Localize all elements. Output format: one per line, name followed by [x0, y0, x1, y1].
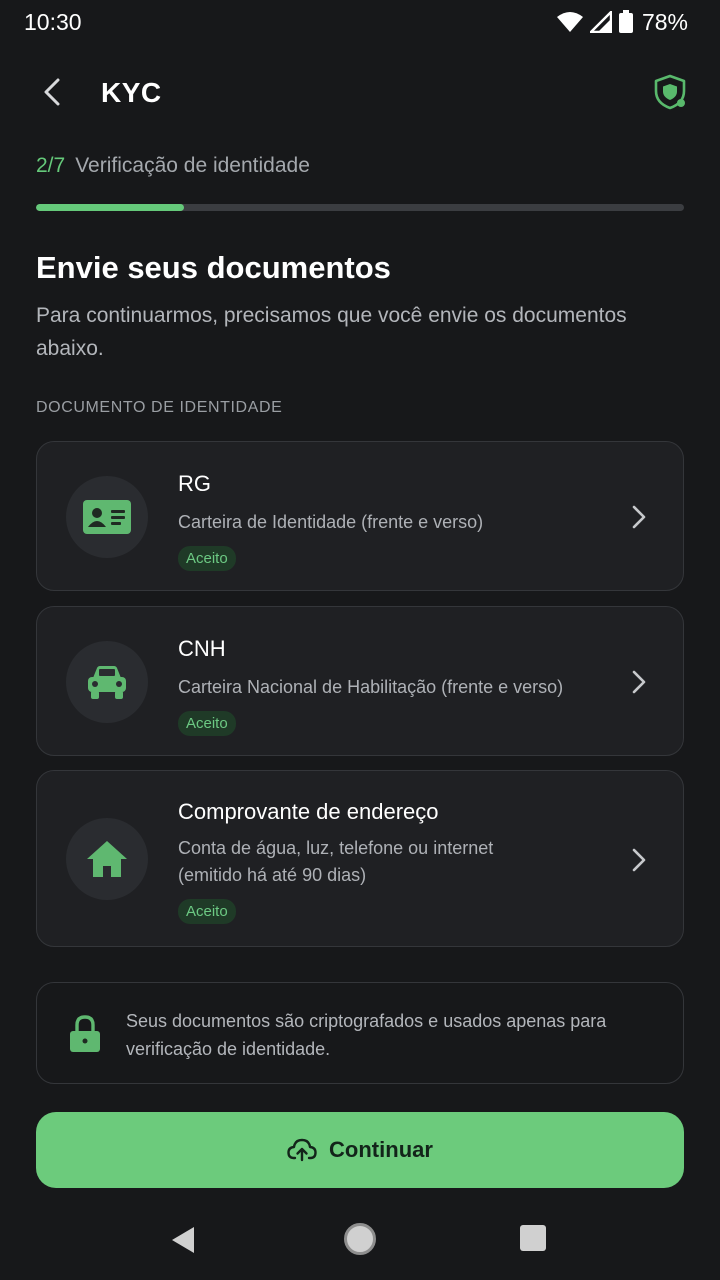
document-title: RG [178, 471, 211, 496]
document-icon-container [66, 818, 148, 900]
chevron-right-icon [629, 669, 649, 695]
document-card-proof-of-address[interactable]: Comprovante de endereço Conta de água, l… [36, 770, 684, 947]
document-title: CNH [178, 636, 226, 661]
document-section-label: DOCUMENTO DE IDENTIDADE [36, 399, 283, 416]
accepted-badge: Aceito [178, 711, 236, 736]
document-text: Comprovante de endereço Conta de água, l… [178, 799, 603, 924]
document-icon-container [66, 641, 148, 723]
section-subtitle: Para continuarmos, precisamos que você e… [36, 304, 627, 360]
document-description: Carteira de Identidade (frente e verso) [178, 512, 484, 532]
chevron-left-icon [44, 78, 60, 106]
home-icon [87, 841, 127, 877]
step-indicator: 2/7 Verificação de identidade [36, 154, 310, 178]
document-card-cnh[interactable]: CNH Carteira Nacional de Habilitação (fr… [36, 606, 684, 756]
document-title: Comprovante de endereço [178, 799, 439, 824]
wifi-icon [556, 12, 583, 32]
continue-button[interactable]: Continuar [36, 1112, 684, 1188]
continue-button-label: Continuar [329, 1137, 433, 1162]
nav-home-button[interactable] [344, 1223, 376, 1255]
lock-icon [70, 1015, 100, 1052]
nav-recents-button[interactable] [520, 1225, 546, 1251]
status-bar: 10:30 78% [0, 0, 720, 44]
cell-signal-icon [589, 11, 612, 33]
accepted-badge: Aceito [178, 899, 236, 924]
status-time: 10:30 [24, 9, 82, 35]
progress-bar [36, 204, 684, 211]
back-button[interactable] [30, 74, 74, 110]
step-label: Verificação de identidade [75, 154, 310, 177]
chevron-right-icon [629, 847, 649, 873]
accepted-badge: Aceito [178, 546, 236, 571]
nav-back-icon[interactable] [170, 1225, 196, 1255]
status-icons: 78% [556, 8, 688, 36]
kyc-screen: 10:30 78% KYC 2/7 Verificação de identid… [0, 0, 720, 1280]
battery-icon [618, 10, 633, 33]
system-navigation-bar [0, 1200, 720, 1280]
app-bar: KYC [0, 60, 720, 124]
document-description: Carteira Nacional de Habilitação (frente… [178, 677, 564, 697]
progress-fill [36, 204, 185, 211]
chevron-right-icon [629, 504, 649, 530]
step-count: 2/7 [36, 154, 66, 177]
security-note: Seus documentos são criptografados e usa… [36, 982, 684, 1084]
section-heading: Envie seus documentos [36, 250, 391, 285]
battery-percent: 78% [641, 8, 688, 35]
security-shield-button[interactable] [648, 70, 692, 114]
document-description: Conta de água, luz, telefone ou internet… [178, 838, 494, 885]
shield-check-icon [654, 74, 686, 110]
car-icon [88, 666, 126, 699]
document-icon-container [66, 476, 148, 558]
security-note-text: Seus documentos são criptografados e usa… [126, 1011, 607, 1059]
document-text: RG Carteira de Identidade (frente e vers… [178, 471, 603, 571]
document-card-rg[interactable]: RG Carteira de Identidade (frente e vers… [36, 441, 684, 591]
cloud-upload-icon [287, 1138, 317, 1162]
page-title: KYC [101, 77, 162, 108]
document-text: CNH Carteira Nacional de Habilitação (fr… [178, 636, 603, 736]
id-card-icon [83, 500, 131, 534]
